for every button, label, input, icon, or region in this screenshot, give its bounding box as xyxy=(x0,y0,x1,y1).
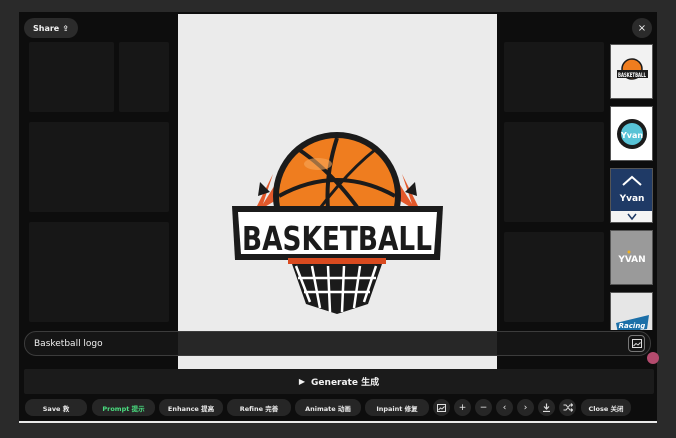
thumbnail-strip: BASKETBALL Yvan Yvan YVAN Racing xyxy=(610,44,653,330)
enhance-button[interactable]: Enhance 提高 xyxy=(159,399,223,416)
thumbnail-3[interactable]: Yvan xyxy=(610,168,653,223)
basketball-logo-image: BASKETBALL xyxy=(232,132,443,314)
previous-button[interactable]: ‹ xyxy=(496,399,513,416)
play-icon: ▶ xyxy=(298,377,306,386)
zoom-out-button[interactable]: − xyxy=(475,399,492,416)
close-button[interactable]: Close 关闭 xyxy=(581,399,631,416)
thumbnail-1[interactable]: BASKETBALL xyxy=(610,44,653,99)
refine-button[interactable]: Refine 完善 xyxy=(227,399,291,416)
close-icon: × xyxy=(637,22,647,34)
download-button[interactable] xyxy=(538,399,555,416)
download-icon xyxy=(543,403,550,412)
thumbnail-4[interactable]: YVAN xyxy=(610,230,653,285)
prompt-text: Basketball logo xyxy=(34,338,103,349)
save-button[interactable]: Save 救 xyxy=(25,399,87,416)
side-indicator-dot[interactable] xyxy=(647,352,659,364)
thumbnail-5[interactable]: Racing xyxy=(610,292,653,330)
generated-image: BASKETBALL xyxy=(178,14,497,370)
image-icon xyxy=(631,339,642,348)
shuffle-icon xyxy=(563,403,573,412)
prompt-button[interactable]: Prompt 提示 xyxy=(92,399,155,416)
image-mode-button[interactable] xyxy=(433,399,450,416)
share-icon: ⇪ xyxy=(62,23,69,33)
thumb-4-label: YVAN xyxy=(617,255,645,265)
minus-icon: − xyxy=(479,402,488,413)
animate-button[interactable]: Animate 动画 xyxy=(295,399,361,416)
shuffle-button[interactable] xyxy=(559,399,576,416)
bottom-toolbar: Save 救 Prompt 提示 Enhance 提高 Refine 完善 An… xyxy=(24,399,654,416)
share-button[interactable]: Share ⇪ xyxy=(24,18,78,38)
chevron-right-icon: › xyxy=(523,402,528,413)
prompt-input[interactable]: Basketball logo xyxy=(24,331,651,356)
attach-image-button[interactable] xyxy=(628,335,645,352)
inpaint-button[interactable]: Inpaint 修复 xyxy=(365,399,429,416)
next-button[interactable]: › xyxy=(517,399,534,416)
thumb-3-label: Yvan xyxy=(619,194,645,204)
thumbnail-2[interactable]: Yvan xyxy=(610,106,653,161)
close-viewer-button[interactable]: × xyxy=(632,18,652,38)
thumb-5-label: Racing xyxy=(619,322,646,330)
zoom-in-button[interactable]: + xyxy=(454,399,471,416)
image-icon xyxy=(437,403,446,412)
thumb-2-label: Yvan xyxy=(620,131,643,140)
chevron-left-icon: ‹ xyxy=(502,402,507,413)
image-viewer: Share ⇪ × BASKETBALL BASKETBALL Yvan Yva… xyxy=(19,12,657,422)
logo-wordmark: BASKETBALL xyxy=(242,219,432,258)
bottom-divider xyxy=(19,421,657,423)
generate-button[interactable]: ▶ Generate 生成 xyxy=(24,369,654,394)
plus-icon: + xyxy=(458,402,467,413)
thumb-1-label: BASKETBALL xyxy=(618,72,646,79)
